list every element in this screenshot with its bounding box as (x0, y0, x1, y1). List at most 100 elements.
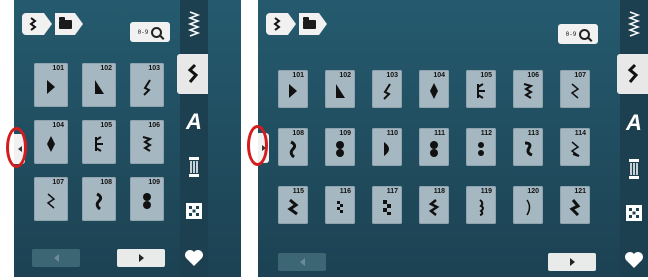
sidebar-item-favorites[interactable] (180, 238, 208, 278)
stitch-number: 109 (148, 179, 160, 186)
search-icon (151, 26, 163, 38)
breadcrumb-stitch-button[interactable] (266, 13, 288, 35)
stitch-pattern-icon (47, 136, 55, 153)
highlight-ring (6, 127, 27, 168)
breadcrumb (266, 13, 327, 35)
stitch-number: 107 (574, 72, 586, 79)
stitch-tile[interactable]: 118 (419, 186, 449, 224)
stitch-tile[interactable]: 109 (325, 128, 355, 166)
stitch-number: 107 (52, 179, 64, 186)
stitch-number: 120 (527, 188, 539, 195)
stitch-pattern-icon (95, 80, 104, 95)
stitch-pattern-icon (523, 82, 534, 99)
arrow-left-icon (53, 254, 59, 262)
stitch-tile[interactable]: 101 (278, 70, 308, 108)
stitch-tile[interactable]: 106 (130, 120, 164, 164)
stitch-tile[interactable]: 109 (130, 177, 164, 221)
stitch-number: 112 (480, 130, 492, 137)
stitch-tile[interactable]: 112 (466, 128, 496, 166)
stitch-tile[interactable]: 110 (372, 128, 402, 166)
breadcrumb-stitch-button[interactable] (22, 13, 44, 35)
heart-icon (625, 252, 643, 268)
stitch-pattern-icon (383, 199, 391, 215)
quilt-icon (186, 203, 202, 219)
stitch-tile[interactable]: 120 (513, 186, 543, 224)
category-sidebar-left: A (177, 0, 208, 278)
stitch-tile[interactable]: 117 (372, 186, 402, 224)
stitch-tile[interactable]: 103 (130, 63, 164, 107)
stitch-pattern-icon (143, 79, 151, 96)
stitch-tile[interactable]: 105 (466, 70, 496, 108)
number-search-button[interactable]: 0-9 (130, 22, 170, 42)
stitch-tile[interactable]: 108 (82, 177, 116, 221)
zigzag-stitch-icon (187, 11, 201, 37)
stitch-tile[interactable]: 119 (466, 186, 496, 224)
alphabet-icon: A (186, 109, 202, 134)
sidebar-item-alphabet[interactable]: A (620, 103, 648, 143)
sidebar-item-decorative[interactable] (177, 54, 208, 94)
prev-page-button[interactable] (32, 249, 80, 267)
stitch-number: 108 (100, 179, 112, 186)
stitch-tile[interactable]: 103 (372, 70, 402, 108)
stitch-tile[interactable]: 113 (513, 128, 543, 166)
stitch-tile[interactable]: 104 (34, 120, 68, 164)
highlight-ring (247, 125, 268, 166)
next-page-button[interactable] (548, 253, 596, 271)
search-digits-label: 0-9 (565, 30, 577, 38)
stitch-tile[interactable]: 111 (419, 128, 449, 166)
stitch-pattern-icon (336, 83, 345, 98)
stitch-tile[interactable]: 116 (325, 186, 355, 224)
stitch-tile[interactable]: 107 (34, 177, 68, 221)
header (14, 0, 83, 48)
breadcrumb-folder-button[interactable] (55, 13, 75, 35)
stitch-tile[interactable]: 102 (325, 70, 355, 108)
stitch-pattern-icon (384, 141, 389, 156)
stitch-tile[interactable]: 106 (513, 70, 543, 108)
stitch-number: 108 (292, 130, 304, 137)
sidebar-item-decorative[interactable] (617, 54, 648, 94)
stitch-icon (29, 17, 37, 31)
stitch-tile[interactable]: 107 (560, 70, 590, 108)
sidebar-item-favorites[interactable] (620, 240, 648, 280)
stitch-number: 119 (480, 188, 492, 195)
number-search-button[interactable]: 0-9 (558, 24, 598, 44)
sidebar-item-utility[interactable] (180, 5, 208, 45)
breadcrumb-arrow (288, 13, 296, 35)
stitch-tile[interactable]: 104 (419, 70, 449, 108)
stitch-pattern-icon (478, 141, 484, 156)
stitch-tile[interactable]: 121 (560, 186, 590, 224)
folder-icon (58, 16, 72, 29)
stitch-tile[interactable]: 114 (560, 128, 590, 166)
stitch-number: 118 (433, 188, 445, 195)
stitch-pattern-icon (142, 136, 153, 153)
stitch-pattern-icon (570, 83, 580, 99)
folder-icon (302, 16, 316, 29)
sidebar-item-alphabet[interactable]: A (180, 102, 208, 142)
sidebar-item-utility[interactable] (620, 5, 648, 45)
stitch-pattern-icon (337, 200, 343, 213)
sidebar-item-buttonhole[interactable] (620, 149, 648, 189)
stitch-tile[interactable]: 105 (82, 120, 116, 164)
prev-page-button[interactable] (278, 253, 326, 271)
sidebar-item-buttonhole[interactable] (180, 147, 208, 187)
stitch-tile[interactable]: 115 (278, 186, 308, 224)
stitch-pattern-icon (143, 193, 151, 210)
sidebar-item-quilt[interactable] (180, 191, 208, 231)
stitch-number: 104 (52, 122, 64, 129)
stitch-number: 104 (433, 72, 445, 79)
next-page-button[interactable] (117, 249, 165, 267)
breadcrumb-arrow (319, 13, 327, 35)
stitch-tile[interactable]: 108 (278, 128, 308, 166)
stitch-tile[interactable]: 102 (82, 63, 116, 107)
sidebar-item-quilt[interactable] (620, 193, 648, 233)
stitch-pattern-icon (526, 199, 531, 216)
arrow-right-icon (138, 254, 144, 262)
stitch-pattern-icon (336, 140, 344, 157)
stitch-number: 105 (100, 122, 112, 129)
stitch-tile[interactable]: 101 (34, 63, 68, 107)
arrow-right-icon (569, 258, 575, 266)
zigzag-stitch-icon (627, 11, 641, 37)
breadcrumb-folder-button[interactable] (299, 13, 319, 35)
alphabet-icon: A (626, 110, 642, 135)
search-digits-label: 0-9 (137, 28, 149, 36)
